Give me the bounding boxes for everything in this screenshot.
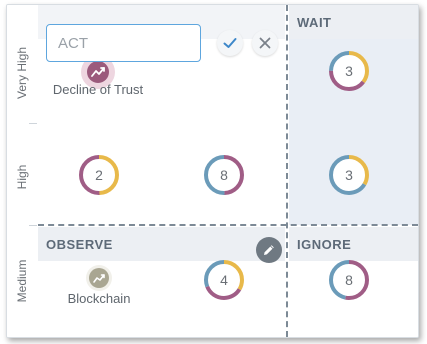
cluster-count: 3 (345, 63, 353, 79)
y-tick (29, 225, 37, 226)
cluster-count: 3 (345, 167, 353, 183)
cluster-count: 8 (345, 272, 353, 288)
close-icon (259, 37, 271, 49)
quadrant-wait-header: WAIT (289, 5, 418, 39)
y-label-medium: Medium (15, 259, 29, 303)
quadrant-title-editor (46, 24, 201, 62)
quadrant-observe: OBSERVE (38, 227, 285, 337)
horizontal-divider (38, 224, 418, 226)
edit-quadrant-button[interactable] (256, 237, 282, 263)
y-label-high: High (15, 164, 29, 190)
trend-blockchain[interactable] (86, 265, 112, 291)
quadrant-wait-title: WAIT (297, 15, 332, 30)
quadrant-observe-header: OBSERVE (38, 227, 285, 261)
quadrant-ignore-header: IGNORE (289, 227, 418, 261)
cancel-button[interactable] (252, 30, 278, 56)
check-icon (223, 38, 237, 48)
confirm-button[interactable] (217, 30, 243, 56)
trend-cluster-node[interactable]: 8 (202, 153, 246, 197)
cluster-count: 4 (220, 272, 228, 288)
priority-matrix: Very High High Medium WAIT OBSERVE IGNOR… (6, 4, 419, 338)
cluster-count: 2 (95, 167, 103, 183)
vertical-divider (286, 5, 288, 337)
y-label-very-high: Very High (15, 46, 29, 100)
y-tick (29, 123, 37, 124)
quadrant-observe-title: OBSERVE (46, 237, 113, 252)
cluster-count: 8 (220, 167, 228, 183)
trend-cluster-node[interactable]: 3 (327, 49, 371, 93)
trend-cluster-node[interactable]: 4 (202, 258, 246, 302)
quadrant-title-input[interactable] (56, 25, 200, 61)
pencil-icon (264, 245, 274, 255)
quadrant-ignore-title: IGNORE (297, 237, 352, 252)
trend-up-icon (89, 268, 109, 288)
trend-label: Decline of Trust (52, 82, 144, 97)
y-axis: Very High High Medium (7, 5, 37, 337)
trend-cluster-node[interactable]: 8 (327, 258, 371, 302)
trend-label: Blockchain (67, 291, 131, 306)
trend-cluster-node[interactable]: 2 (77, 153, 121, 197)
trend-cluster-node[interactable]: 3 (327, 153, 371, 197)
